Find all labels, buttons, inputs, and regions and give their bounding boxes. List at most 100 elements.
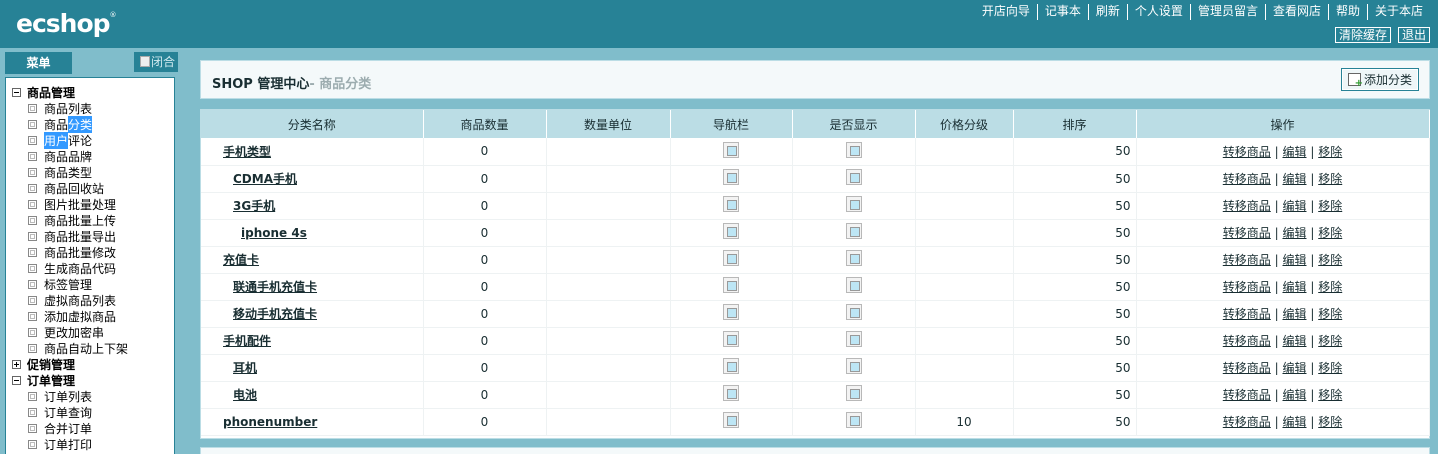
nav-toggle-icon[interactable] — [723, 169, 739, 185]
cell-sort[interactable]: 50 — [1013, 192, 1137, 220]
show-toggle-icon[interactable] — [845, 304, 862, 320]
nav-toggle-icon[interactable] — [723, 412, 739, 428]
nav-help[interactable]: 帮助 — [1327, 4, 1367, 20]
nav-notepad[interactable]: 记事本 — [1036, 4, 1088, 20]
menu-item-gen-code[interactable]: 生成商品代码 — [6, 260, 174, 276]
menu-item-tags[interactable]: 标签管理 — [6, 276, 174, 292]
nav-about[interactable]: 关于本店 — [1366, 4, 1430, 20]
category-name-link[interactable]: phonenumber — [223, 415, 317, 429]
nav-toggle-icon[interactable] — [723, 331, 739, 347]
menu-group-goods[interactable]: 商品管理 — [6, 84, 174, 100]
nav-toggle-icon[interactable] — [723, 277, 739, 293]
nav-admin-messages[interactable]: 管理员留言 — [1189, 4, 1265, 20]
show-toggle-icon[interactable] — [845, 250, 862, 266]
nav-personal-settings[interactable]: 个人设置 — [1126, 4, 1190, 20]
remove-link[interactable]: 移除 — [1318, 145, 1342, 159]
menu-item-auto-shelf[interactable]: 商品自动上下架 — [6, 340, 174, 356]
remove-link[interactable]: 移除 — [1318, 253, 1342, 267]
move-goods-link[interactable]: 转移商品 — [1223, 415, 1271, 429]
category-name-link[interactable]: 充值卡 — [223, 253, 259, 267]
nav-toggle-icon[interactable] — [723, 358, 739, 374]
move-goods-link[interactable]: 转移商品 — [1223, 334, 1271, 348]
menu-item-category[interactable]: 商品 分类 — [6, 115, 174, 133]
show-toggle-icon[interactable] — [845, 196, 862, 212]
clear-cache-button[interactable]: 清除缓存 — [1334, 27, 1391, 43]
add-category-button[interactable]: 添加分类 — [1341, 68, 1419, 91]
remove-link[interactable]: 移除 — [1318, 334, 1342, 348]
category-name-link[interactable]: iphone 4s — [241, 226, 307, 240]
menu-item-batch-upload[interactable]: 商品批量上传 — [6, 212, 174, 228]
move-goods-link[interactable]: 转移商品 — [1223, 253, 1271, 267]
edit-link[interactable]: 编辑 — [1282, 145, 1306, 159]
menu-item-merge-orders[interactable]: 合并订单 — [6, 420, 174, 436]
move-goods-link[interactable]: 转移商品 — [1223, 361, 1271, 375]
cell-sort[interactable]: 50 — [1013, 219, 1137, 247]
cell-sort[interactable]: 50 — [1013, 408, 1137, 436]
show-toggle-icon[interactable] — [845, 169, 862, 185]
menu-tab[interactable]: 菜单 — [5, 52, 72, 74]
menu-group-promotion[interactable]: 促销管理 — [6, 356, 174, 372]
category-name-link[interactable]: 移动手机充值卡 — [233, 307, 317, 321]
remove-link[interactable]: 移除 — [1318, 415, 1342, 429]
category-name-link[interactable]: 手机配件 — [223, 334, 271, 348]
category-name-link[interactable]: 3G手机 — [233, 199, 275, 213]
cell-sort[interactable]: 50 — [1013, 300, 1137, 328]
menu-item-brands[interactable]: 商品品牌 — [6, 148, 174, 164]
cell-sort[interactable]: 50 — [1013, 138, 1137, 166]
menu-item-order-query[interactable]: 订单查询 — [6, 404, 174, 420]
remove-link[interactable]: 移除 — [1318, 388, 1342, 402]
remove-link[interactable]: 移除 — [1318, 307, 1342, 321]
nav-toggle-icon[interactable] — [723, 141, 739, 158]
show-toggle-icon[interactable] — [845, 277, 862, 293]
collapse-minus-icon[interactable] — [12, 87, 21, 97]
menu-item-goods-list[interactable]: 商品列表 — [6, 100, 174, 116]
category-name-link[interactable]: 电池 — [233, 388, 257, 402]
move-goods-link[interactable]: 转移商品 — [1223, 172, 1271, 186]
edit-link[interactable]: 编辑 — [1282, 307, 1306, 321]
cell-sort[interactable]: 50 — [1013, 381, 1137, 409]
menu-item-virtual-list[interactable]: 虚拟商品列表 — [6, 292, 174, 308]
menu-item-add-virtual[interactable]: 添加虚拟商品 — [6, 308, 174, 324]
show-toggle-icon[interactable] — [845, 331, 862, 347]
show-toggle-icon[interactable] — [845, 358, 862, 374]
nav-toggle-icon[interactable] — [723, 196, 739, 212]
show-toggle-icon[interactable] — [845, 141, 862, 158]
category-name-link[interactable]: 手机类型 — [223, 145, 271, 159]
nav-toggle-icon[interactable] — [723, 385, 739, 401]
nav-toggle-icon[interactable] — [723, 250, 739, 266]
edit-link[interactable]: 编辑 — [1282, 226, 1306, 240]
move-goods-link[interactable]: 转移商品 — [1223, 280, 1271, 294]
edit-link[interactable]: 编辑 — [1282, 199, 1306, 213]
category-name-link[interactable]: CDMA手机 — [233, 172, 297, 186]
show-toggle-icon[interactable] — [845, 223, 862, 239]
cell-sort[interactable]: 50 — [1013, 165, 1137, 193]
category-name-link[interactable]: 联通手机充值卡 — [233, 280, 317, 294]
edit-link[interactable]: 编辑 — [1282, 415, 1306, 429]
menu-collapse-toggle[interactable]: 闭合 — [134, 52, 178, 72]
remove-link[interactable]: 移除 — [1318, 226, 1342, 240]
menu-group-orders[interactable]: 订单管理 — [6, 372, 174, 388]
edit-link[interactable]: 编辑 — [1282, 334, 1306, 348]
nav-toggle-icon[interactable] — [723, 304, 739, 320]
collapse-minus-icon[interactable] — [12, 375, 21, 385]
remove-link[interactable]: 移除 — [1318, 361, 1342, 375]
logout-button[interactable]: 退出 — [1397, 27, 1430, 43]
category-name-link[interactable]: 耳机 — [233, 361, 257, 375]
menu-item-change-key[interactable]: 更改加密串 — [6, 324, 174, 340]
edit-link[interactable]: 编辑 — [1282, 388, 1306, 402]
menu-item-batch-export[interactable]: 商品批量导出 — [6, 228, 174, 244]
menu-item-goods-types[interactable]: 商品类型 — [6, 164, 174, 180]
expand-plus-icon[interactable] — [12, 359, 21, 369]
nav-view-store[interactable]: 查看网店 — [1264, 4, 1328, 20]
nav-shop-wizard[interactable]: 开店向导 — [975, 4, 1037, 20]
edit-link[interactable]: 编辑 — [1282, 280, 1306, 294]
menu-item-image-batch[interactable]: 图片批量处理 — [6, 196, 174, 212]
menu-item-print-orders[interactable]: 订单打印 — [6, 436, 174, 452]
cell-sort[interactable]: 50 — [1013, 246, 1137, 274]
cell-sort[interactable]: 50 — [1013, 273, 1137, 301]
move-goods-link[interactable]: 转移商品 — [1223, 226, 1271, 240]
edit-link[interactable]: 编辑 — [1282, 172, 1306, 186]
move-goods-link[interactable]: 转移商品 — [1223, 388, 1271, 402]
menu-item-comments[interactable]: 用户 评论 — [6, 131, 174, 149]
nav-refresh[interactable]: 刷新 — [1087, 4, 1127, 20]
